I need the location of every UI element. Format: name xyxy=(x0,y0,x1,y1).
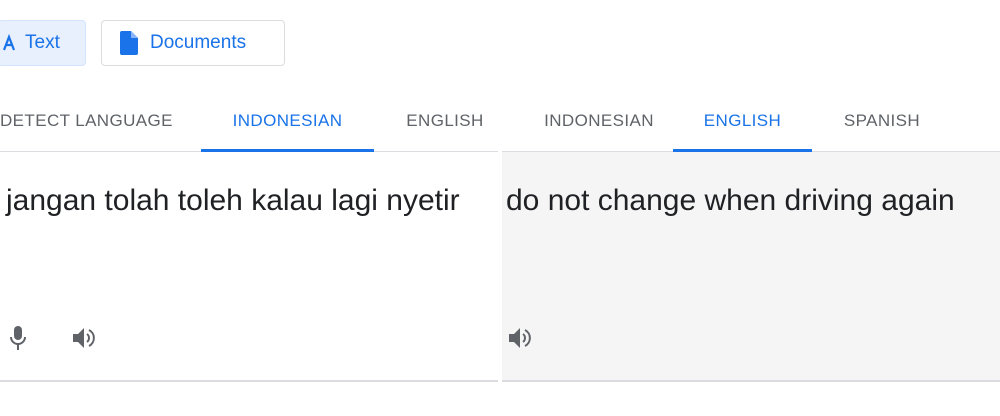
tab-detect-language[interactable]: DETECT LANGUAGE xyxy=(0,88,172,152)
translation-output: do not change when driving again xyxy=(506,184,955,217)
document-icon xyxy=(120,31,138,55)
documents-mode-label: Documents xyxy=(150,32,247,53)
tab-source-english[interactable]: ENGLISH xyxy=(400,88,490,152)
tab-target-english[interactable]: ENGLISH xyxy=(673,88,812,152)
source-panel: DETECT LANGUAGE INDONESIAN ENGLISH janga… xyxy=(0,88,498,382)
translate-icon xyxy=(3,33,17,53)
target-language-tabs: INDONESIAN ENGLISH SPANISH xyxy=(502,88,1000,152)
target-panel: INDONESIAN ENGLISH SPANISH do not change… xyxy=(502,88,1000,382)
documents-mode-button[interactable]: Documents xyxy=(101,20,285,66)
microphone-icon[interactable] xyxy=(4,324,32,352)
tab-source-indonesian[interactable]: INDONESIAN xyxy=(201,88,374,152)
tab-target-indonesian[interactable]: INDONESIAN xyxy=(524,88,674,152)
source-text-input[interactable]: jangan tolah toleh kalau lagi nyetir xyxy=(6,184,460,218)
bottom-area xyxy=(0,382,1000,416)
text-mode-button[interactable]: Text xyxy=(0,20,86,66)
speaker-icon[interactable] xyxy=(506,324,534,352)
source-language-tabs: DETECT LANGUAGE INDONESIAN ENGLISH xyxy=(0,88,498,152)
speaker-icon[interactable] xyxy=(70,324,98,352)
text-mode-label: Text xyxy=(25,32,60,53)
tab-target-spanish[interactable]: SPANISH xyxy=(838,88,926,152)
